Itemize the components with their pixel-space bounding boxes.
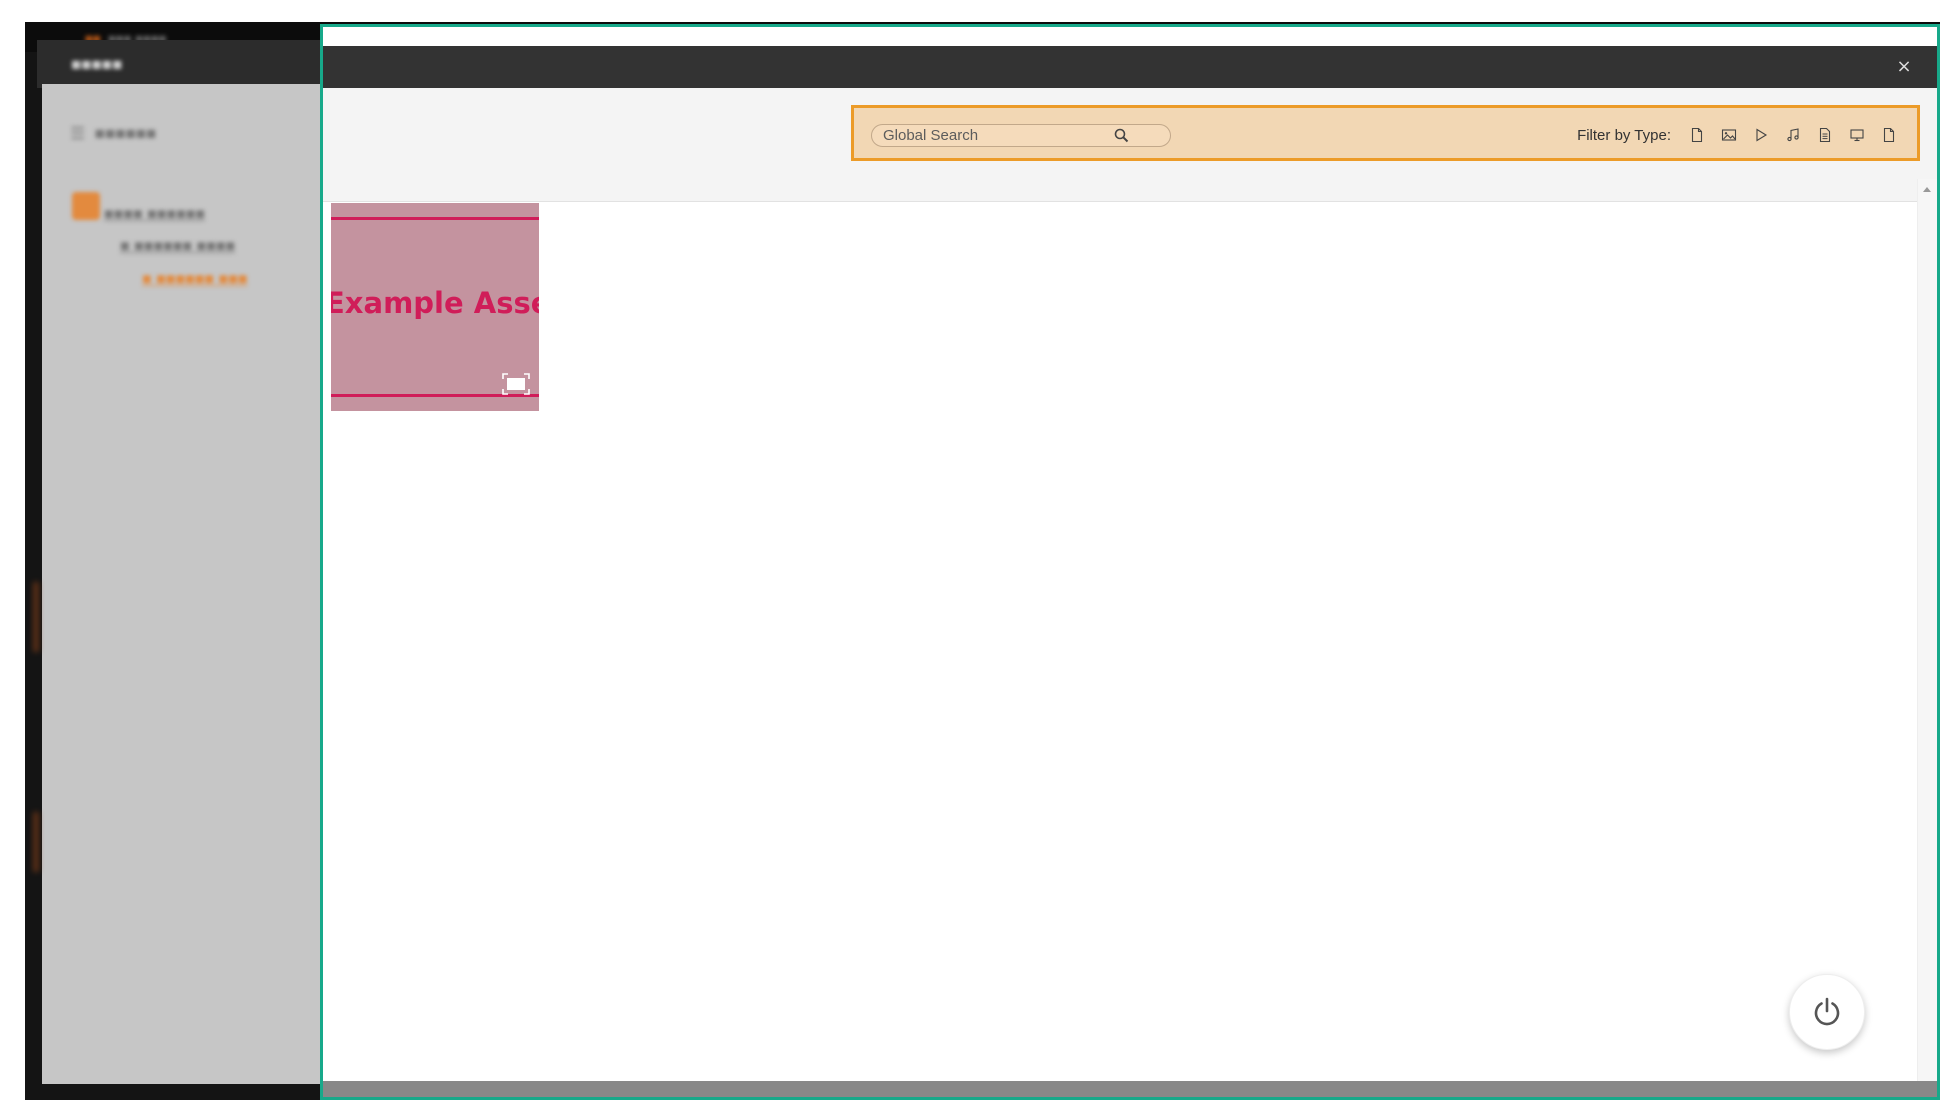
modal-header: × <box>323 46 1937 88</box>
screen: ■■ ■■■ ■■■■ ■■■■■ ☰ ■■■■■■ ■■■■ ■■■■■■ ■… <box>0 0 1960 1120</box>
background-sidebar: ☰ ■■■■■■ ■■■■ ■■■■■■ ■ ■■■■■■ ■■■■ ■ ■■■… <box>42 84 342 1084</box>
presentation-icon <box>1850 129 1864 142</box>
document-icon <box>1691 127 1703 143</box>
filter-video-button[interactable] <box>1745 123 1777 147</box>
asset-grid: Example Asset <box>323 203 1920 1097</box>
background-decoration <box>33 812 39 872</box>
filter-label: Filter by Type: <box>1577 126 1671 144</box>
background-tree-item: ■ ■■■■■■ ■■■■ <box>120 238 236 255</box>
scroll-up-icon[interactable] <box>1923 187 1931 192</box>
filter-by-type: Filter by Type: <box>1577 122 1905 148</box>
filter-presentation-button[interactable] <box>1841 123 1873 147</box>
play-icon <box>1756 128 1768 142</box>
global-search-box <box>871 124 1171 147</box>
filter-text-button[interactable] <box>1809 123 1841 147</box>
background-library-icon <box>72 192 100 220</box>
background-sidebar-heading: ☰ ■■■■■■ <box>70 124 157 143</box>
asset-accent-line <box>331 217 539 220</box>
image-type-icon <box>502 373 530 395</box>
file-icon <box>1883 127 1895 143</box>
background-tree-item: ■ ■■■■■■ ■■■ <box>142 271 248 288</box>
filter-audio-button[interactable] <box>1777 123 1809 147</box>
close-button[interactable]: × <box>1891 54 1917 80</box>
filter-image-button[interactable] <box>1713 123 1745 147</box>
text-file-icon <box>1819 127 1831 143</box>
power-icon <box>1814 997 1840 1026</box>
music-icon <box>1787 128 1799 142</box>
global-search-input[interactable] <box>883 126 1113 145</box>
search-filter-bar: Filter by Type: <box>851 105 1920 161</box>
filter-other-button[interactable] <box>1873 123 1905 147</box>
power-button[interactable] <box>1789 974 1865 1050</box>
image-icon <box>1721 129 1737 141</box>
asset-title: Example Asset <box>331 286 539 320</box>
asset-card[interactable]: Example Asset <box>331 203 539 411</box>
asset-picker-modal: × Filter by Type: <box>320 24 1940 1100</box>
modal-bottom-edge <box>323 1081 1937 1097</box>
background-tree-item: ■■■■ ■■■■■■ <box>104 206 206 223</box>
filter-document-button[interactable] <box>1681 123 1713 147</box>
background-title: ■■■■■ <box>71 55 123 74</box>
vertical-scrollbar[interactable] <box>1917 179 1937 1097</box>
background-decoration <box>33 582 39 652</box>
search-icon[interactable] <box>1113 127 1131 145</box>
modal-toolbar: Filter by Type: <box>323 88 1937 202</box>
